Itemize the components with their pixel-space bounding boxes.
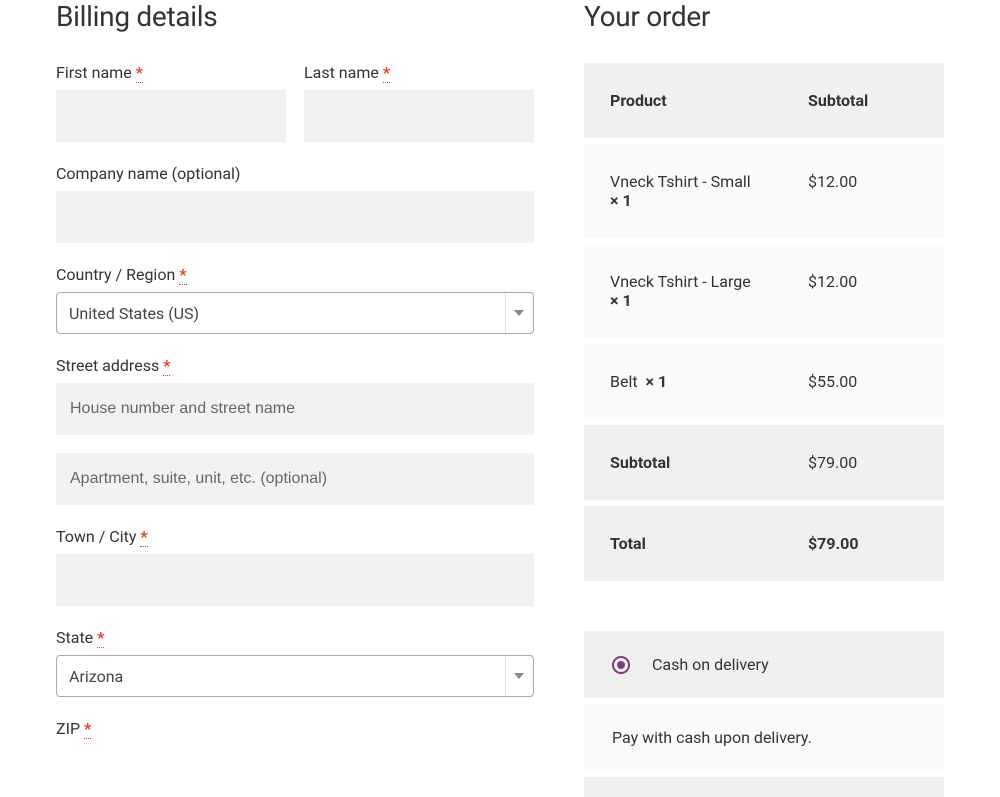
zip-label: ZIP * [56,719,534,738]
order-item-name: Vneck Tshirt - Large × 1 [584,241,782,341]
chevron-down-icon [505,656,525,696]
required-icon: * [140,527,147,547]
payment-method-cod[interactable]: Cash on delivery [584,631,944,698]
city-label: Town / City * [56,527,534,546]
required-icon: * [179,265,186,285]
order-item-name: Vneck Tshirt - Small × 1 [584,141,782,241]
order-head-subtotal: Subtotal [782,63,944,141]
last-name-label: Last name * [304,63,534,82]
order-item-name: Belt × 1 [584,341,782,422]
company-input[interactable] [56,191,534,243]
chevron-down-icon [505,293,525,333]
state-select[interactable]: Arizona [56,655,534,697]
order-item-subtotal: $12.00 [782,141,944,241]
billing-heading: Billing details [56,0,534,33]
country-select[interactable]: United States (US) [56,292,534,334]
order-heading: Your order [584,0,944,33]
required-icon: * [84,719,91,739]
payment-section: Cash on delivery Pay with cash upon deli… [584,631,944,797]
payment-method-description: Pay with cash upon delivery. [584,704,944,771]
order-item-subtotal: $55.00 [782,341,944,422]
table-row: Belt × 1$55.00 [584,341,944,422]
company-label: Company name (optional) [56,164,534,183]
country-label: Country / Region * [56,265,534,284]
subtotal-value: $79.00 [782,422,944,503]
order-item-subtotal: $12.00 [782,241,944,341]
street-label: Street address * [56,356,534,375]
first-name-label: First name * [56,63,286,82]
required-icon: * [136,63,143,83]
radio-selected-icon [612,656,630,674]
city-input[interactable] [56,554,534,606]
order-item-qty: × 1 [646,372,668,391]
required-icon: * [97,628,104,648]
order-item-qty: × 1 [610,191,632,210]
state-label: State * [56,628,534,647]
state-value: Arizona [69,667,123,686]
order-item-qty: × 1 [610,291,632,310]
total-label: Total [584,503,782,581]
street-address-1-input[interactable] [56,383,534,435]
required-icon: * [383,63,390,83]
table-row: Vneck Tshirt - Small × 1$12.00 [584,141,944,241]
payment-method-label: Cash on delivery [652,655,769,674]
first-name-input[interactable] [56,90,286,142]
subtotal-label: Subtotal [584,422,782,503]
street-address-2-input[interactable] [56,453,534,505]
payment-footer-bar [584,777,944,797]
order-summary-table: Product Subtotal Vneck Tshirt - Small × … [584,63,944,581]
total-value: $79.00 [782,503,944,581]
required-icon: * [163,356,170,376]
order-head-product: Product [584,63,782,141]
country-value: United States (US) [69,304,199,323]
table-row: Vneck Tshirt - Large × 1$12.00 [584,241,944,341]
last-name-input[interactable] [304,90,534,142]
